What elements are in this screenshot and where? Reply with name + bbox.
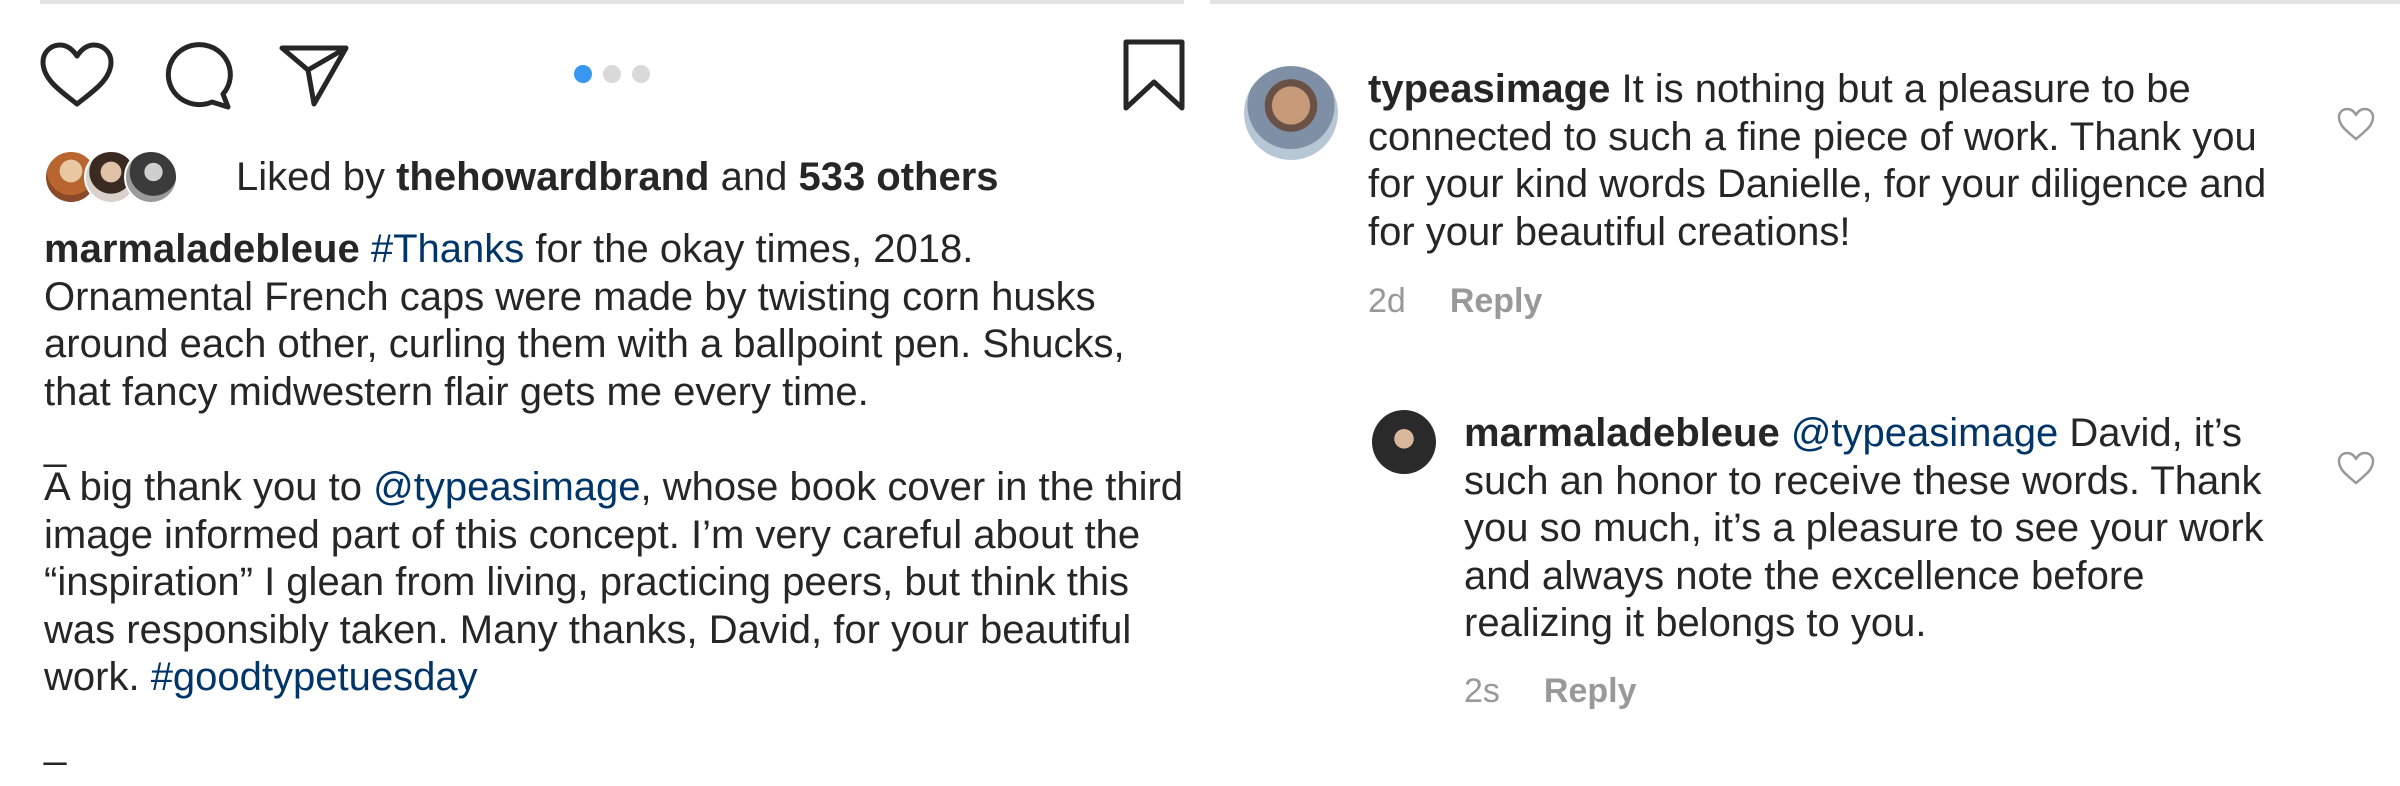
caption-text: A big thank you to bbox=[44, 465, 374, 509]
caption-divider: _ bbox=[44, 702, 1184, 786]
likes-connector: and bbox=[720, 155, 788, 199]
likes-summary: Liked by thehowardbrand and 533 others bbox=[44, 150, 999, 204]
small-heart-icon[interactable] bbox=[2336, 450, 2376, 491]
share-icon[interactable] bbox=[278, 42, 350, 108]
likes-prefix: Liked by bbox=[236, 155, 385, 199]
comment-text: typeasimage It is nothing but a pleasure… bbox=[1368, 66, 2268, 256]
comment-age: 2s bbox=[1464, 672, 1500, 710]
carousel-indicator bbox=[574, 64, 650, 84]
hashtag-link[interactable]: #Thanks bbox=[371, 227, 524, 271]
comment: typeasimage It is nothing but a pleasure… bbox=[1244, 66, 2400, 346]
divider-mark: _ bbox=[44, 721, 67, 766]
comment-username[interactable]: typeasimage bbox=[1368, 67, 1610, 111]
small-heart-icon[interactable] bbox=[2336, 106, 2376, 147]
mention-link[interactable]: @typeasimage bbox=[1791, 411, 2058, 455]
comment-text: marmaladebleue @typeasimage David, it’s … bbox=[1464, 410, 2304, 648]
comment-icon[interactable] bbox=[160, 40, 234, 110]
liker-avatars[interactable] bbox=[44, 150, 178, 204]
avatar bbox=[124, 150, 178, 204]
hashtag-link[interactable]: #goodtypetuesday bbox=[151, 655, 478, 699]
avatar[interactable] bbox=[1372, 410, 1436, 474]
comment-meta: 2s Reply bbox=[1464, 672, 1637, 711]
comment-reply: marmaladebleue @typeasimage David, it’s … bbox=[1372, 410, 2400, 730]
carousel-dot bbox=[632, 65, 650, 83]
bookmark-icon[interactable] bbox=[1122, 38, 1186, 112]
mention-link[interactable]: @typeasimage bbox=[373, 465, 640, 509]
avatar[interactable] bbox=[1244, 66, 1338, 160]
heart-icon[interactable] bbox=[38, 40, 116, 110]
likes-count[interactable]: 533 others bbox=[798, 155, 998, 199]
post-caption: marmaladebleue #Thanks for the okay time… bbox=[44, 226, 1184, 786]
divider-line bbox=[40, 0, 1184, 4]
divider-line bbox=[1210, 0, 2400, 4]
divider-mark: _ bbox=[44, 424, 67, 468]
likes-text: Liked by thehowardbrand and 533 others bbox=[236, 150, 999, 204]
reply-button[interactable]: Reply bbox=[1544, 672, 1637, 710]
comment-age: 2d bbox=[1368, 282, 1406, 320]
caption-paragraph: marmaladebleue #Thanks for the okay time… bbox=[44, 226, 1184, 416]
comment-username[interactable]: marmaladebleue bbox=[1464, 411, 1780, 455]
carousel-dot bbox=[574, 65, 592, 83]
caption-paragraph: A big thank you to @typeasimage, whose b… bbox=[44, 464, 1184, 702]
caption-username[interactable]: marmaladebleue bbox=[44, 227, 360, 271]
reply-button[interactable]: Reply bbox=[1450, 282, 1543, 320]
caption-divider: _ bbox=[44, 416, 1184, 468]
comment-meta: 2d Reply bbox=[1368, 282, 1542, 321]
carousel-dot bbox=[603, 65, 621, 83]
liker-username[interactable]: thehowardbrand bbox=[396, 155, 709, 199]
